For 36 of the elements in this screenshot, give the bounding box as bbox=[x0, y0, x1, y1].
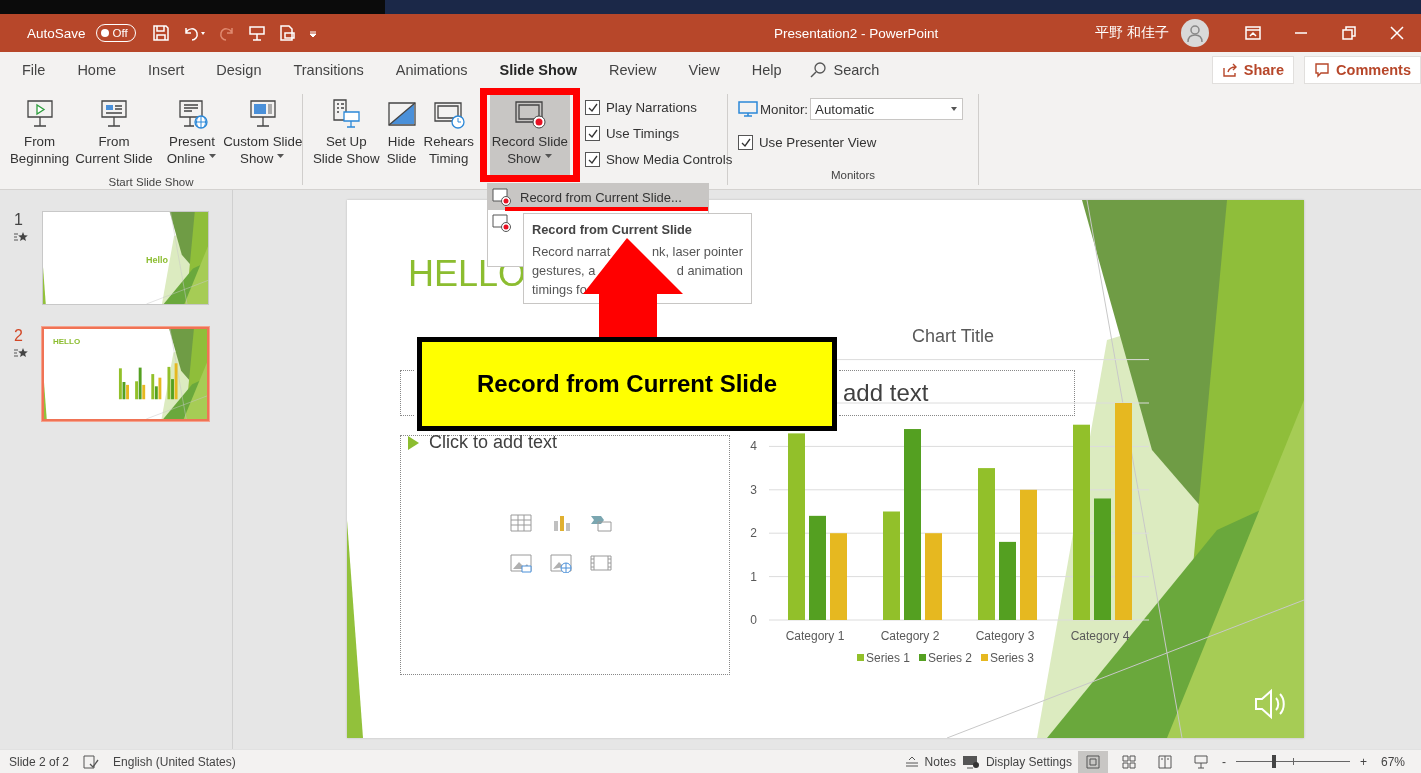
legend-label: Series 2 bbox=[928, 651, 973, 665]
placeholder-text: add text bbox=[843, 379, 929, 407]
tooltip-title: Record from Current Slide bbox=[532, 221, 693, 239]
slide-title: HELLO bbox=[53, 337, 81, 346]
checkbox-label: Play Narrations bbox=[605, 100, 697, 115]
category-label: Category 4 bbox=[1070, 629, 1130, 643]
placeholder-text: Click to add text bbox=[429, 432, 558, 453]
axis-tick-label: 2 bbox=[750, 526, 757, 541]
group-label: Start Slide Show bbox=[108, 176, 194, 188]
axis-tick-label: 4 bbox=[750, 439, 757, 454]
tooltip-text: Record narrat bbox=[532, 243, 611, 261]
autosave-label: AutoSave bbox=[27, 25, 86, 41]
tooltip-text: gestures, a bbox=[532, 262, 596, 280]
window-title: Presentation2 - PowerPoint bbox=[772, 25, 940, 41]
chart-title: Chart Title bbox=[912, 326, 994, 346]
tooltip-text: d animation bbox=[676, 262, 743, 280]
category-label: Category 2 bbox=[880, 629, 940, 643]
tooltip-text: nk, laser pointer bbox=[651, 243, 743, 261]
checkbox-label: Use Presenter View bbox=[759, 135, 877, 150]
monitor-label: Monitor: bbox=[760, 101, 809, 117]
legend-label: Series 1 bbox=[866, 651, 911, 665]
slide-counter: Slide 2 of 2 bbox=[9, 754, 70, 769]
axis-tick-label: 0 bbox=[750, 613, 757, 627]
axis-tick-label: 3 bbox=[750, 482, 757, 497]
axis-tick-label: 1 bbox=[750, 569, 757, 584]
user-name: 平野 和佳子 bbox=[1095, 24, 1169, 42]
category-label: Category 1 bbox=[785, 629, 845, 643]
checkbox-label: Show Media Controls bbox=[605, 152, 733, 167]
group-label: Monitors bbox=[830, 169, 876, 181]
category-label: Category 3 bbox=[975, 629, 1035, 643]
legend-label: Series 3 bbox=[990, 651, 1035, 665]
slide-number: 2 bbox=[14, 327, 23, 345]
slide-number: 1 bbox=[14, 211, 23, 229]
callout-label: Record from Current Slide bbox=[417, 337, 837, 431]
slide-title: Hello bbox=[146, 255, 168, 265]
checkbox-label: Use Timings bbox=[605, 126, 680, 141]
